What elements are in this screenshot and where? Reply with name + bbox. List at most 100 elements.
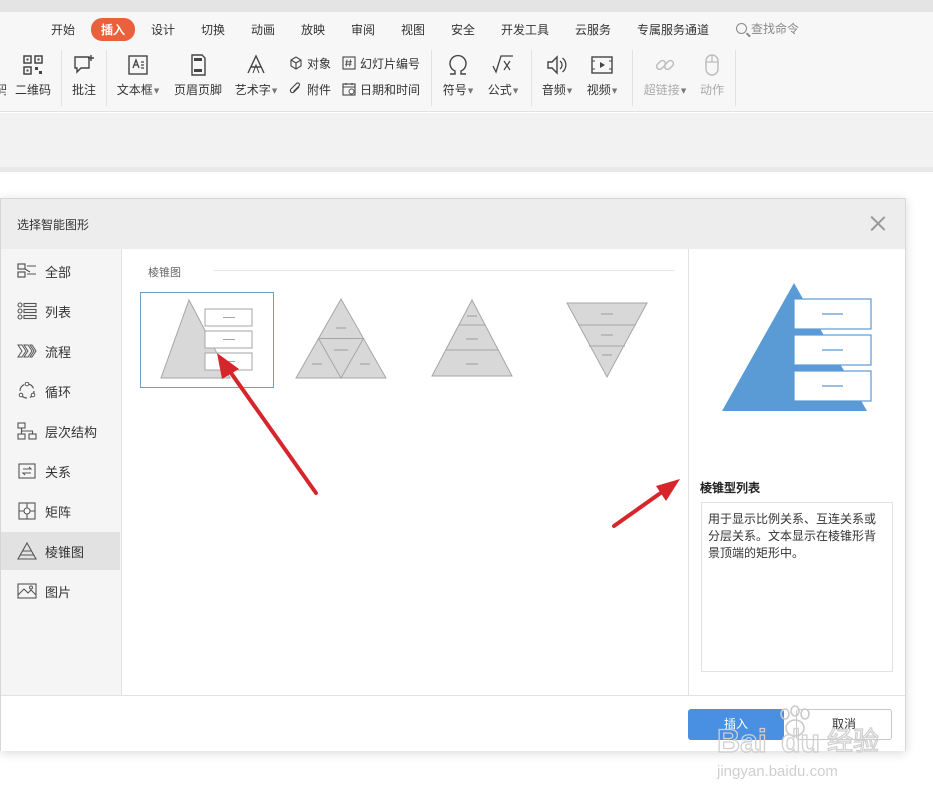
- comment-icon: [74, 55, 94, 74]
- tab-animation[interactable]: 动画: [251, 21, 275, 38]
- symbol-button[interactable]: 符号▼: [439, 53, 477, 98]
- ribbon-toolbar: 码 二维码 批注 文本框▼: [0, 46, 933, 112]
- close-icon[interactable]: [869, 214, 887, 232]
- preview-title: 棱锥型列表: [700, 481, 761, 495]
- process-icon: [17, 344, 37, 358]
- sidebar-item-cycle[interactable]: 循环: [1, 372, 120, 410]
- header-footer-button[interactable]: 页眉页脚: [172, 53, 224, 98]
- toolbar-divider: [61, 50, 62, 106]
- comment-label: 批注: [71, 83, 96, 97]
- partial-tool[interactable]: 码: [0, 53, 6, 98]
- sidebar-item-hierarchy[interactable]: 层次结构: [1, 412, 120, 450]
- inverted-pyramid-thumbnail[interactable]: [542, 292, 676, 388]
- section-divider: [148, 270, 674, 271]
- tab-security[interactable]: 安全: [451, 21, 475, 38]
- tab-view[interactable]: 视图: [401, 21, 425, 38]
- list-icon: [17, 302, 37, 320]
- smart-graphic-dialog: 选择智能图形 全部 列表 流程 循环 层次结构 关系 矩阵 棱锥图 图片 棱锥图…: [0, 198, 906, 751]
- toolbar-divider: [735, 50, 736, 106]
- sidebar-item-process[interactable]: 流程: [1, 332, 120, 370]
- graphic-gallery: 棱锥图: [122, 249, 688, 695]
- hierarchy-icon: [17, 422, 37, 440]
- tab-home[interactable]: 开始: [51, 21, 75, 38]
- pyramid-list-preview: [722, 283, 872, 411]
- wordart-label: 艺术字: [234, 83, 271, 97]
- dropdown-caret-icon: ▼: [271, 86, 278, 95]
- tab-insert[interactable]: 插入: [91, 18, 136, 41]
- dropdown-caret-icon: ▼: [153, 86, 160, 95]
- insert-button[interactable]: 插入: [688, 709, 784, 740]
- sidebar-item-picture[interactable]: 图片: [1, 572, 120, 610]
- header-footer-label: 页眉页脚: [173, 83, 222, 97]
- comment-button[interactable]: 批注: [68, 53, 100, 98]
- qrcode-label: 二维码: [14, 83, 51, 97]
- sidebar-item-label: 循环: [45, 386, 72, 401]
- sidebar-item-label: 关系: [45, 466, 72, 481]
- formula-label: 公式: [487, 83, 512, 97]
- tab-developer[interactable]: 开发工具: [501, 21, 549, 38]
- pyramid-list-thumbnail[interactable]: [140, 292, 274, 388]
- tab-design[interactable]: 设计: [151, 21, 175, 38]
- video-icon: [591, 56, 613, 74]
- preview-description: 用于显示比例关系、互连关系或分层关系。文本显示在棱锥形背景顶端的矩形中。: [701, 502, 893, 672]
- picture-icon: [17, 583, 37, 599]
- textbox-icon: [128, 55, 148, 75]
- search-label: 查找命令: [751, 22, 800, 36]
- hyperlink-button[interactable]: 超链接▼: [641, 53, 689, 98]
- wordart-button[interactable]: 艺术字▼: [232, 53, 280, 98]
- cycle-icon: [18, 382, 36, 399]
- cancel-button[interactable]: 取消: [796, 709, 892, 740]
- mouse-icon: [705, 54, 719, 76]
- video-button[interactable]: 视频▼: [583, 53, 621, 98]
- wordart-icon: [247, 54, 265, 74]
- sidebar-item-list[interactable]: 列表: [1, 292, 120, 330]
- hyperlink-label: 超链接: [643, 83, 680, 97]
- sidebar-item-pyramid[interactable]: 棱锥图: [1, 532, 120, 570]
- basic-pyramid-thumbnail[interactable]: [408, 292, 542, 388]
- tab-exclusive-service[interactable]: 专属服务通道: [637, 21, 709, 38]
- attachment-label: 附件: [307, 83, 332, 97]
- dropdown-caret-icon: ▼: [467, 86, 474, 95]
- ribbon-lower-area: [0, 113, 933, 167]
- segmented-pyramid-graphic: [295, 297, 387, 380]
- tab-cloud[interactable]: 云服务: [575, 21, 611, 38]
- search-icon: [736, 23, 747, 34]
- toolbar-divider: [106, 50, 107, 106]
- dropdown-caret-icon: ▼: [611, 86, 618, 95]
- header-footer-icon: [191, 54, 206, 76]
- pyramid-list-graphic: [160, 298, 253, 379]
- action-button[interactable]: 动作: [695, 53, 729, 98]
- ribbon-tab-row: 开始 插入 设计 切换 动画 放映 审阅 视图 安全 开发工具 云服务 专属服务…: [0, 12, 933, 46]
- datetime-button[interactable]: 日期和时间: [342, 81, 420, 98]
- object-label: 对象: [307, 57, 332, 71]
- dropdown-caret-icon: ▼: [680, 86, 687, 95]
- section-title: 棱锥图: [148, 266, 181, 279]
- sidebar-item-matrix[interactable]: 矩阵: [1, 492, 120, 530]
- paperclip-icon: [289, 82, 301, 94]
- formula-button[interactable]: 公式▼: [484, 53, 522, 98]
- dropdown-caret-icon: ▼: [566, 86, 573, 95]
- tab-transition[interactable]: 切换: [201, 21, 225, 38]
- partial-tool-icon: [0, 53, 6, 77]
- attachment-button[interactable]: 附件: [289, 81, 331, 98]
- dialog-title: 选择智能图形: [17, 218, 90, 232]
- textbox-button[interactable]: 文本框▼: [114, 53, 162, 98]
- slide-number-label: 幻灯片编号: [360, 57, 421, 71]
- sidebar-item-all[interactable]: 全部: [1, 252, 120, 290]
- object-button[interactable]: 对象: [289, 55, 331, 72]
- segmented-pyramid-thumbnail[interactable]: [274, 292, 408, 388]
- sidebar-item-relationship[interactable]: 关系: [1, 452, 120, 490]
- tab-slideshow[interactable]: 放映: [301, 21, 325, 38]
- calendar-icon: [342, 83, 356, 96]
- dialog-footer: 插入 取消: [1, 695, 905, 751]
- tab-review[interactable]: 审阅: [351, 21, 375, 38]
- datetime-label: 日期和时间: [360, 83, 421, 97]
- slide-number-button[interactable]: 幻灯片编号: [342, 55, 420, 72]
- sidebar-item-label: 棱锥图: [45, 546, 85, 561]
- qrcode-button[interactable]: 二维码: [14, 53, 52, 98]
- command-search[interactable]: 查找命令: [736, 20, 799, 37]
- video-label: 视频: [586, 83, 611, 97]
- sidebar-item-label: 图片: [45, 586, 72, 601]
- formula-icon: [492, 55, 513, 74]
- audio-button[interactable]: 音频▼: [538, 53, 576, 98]
